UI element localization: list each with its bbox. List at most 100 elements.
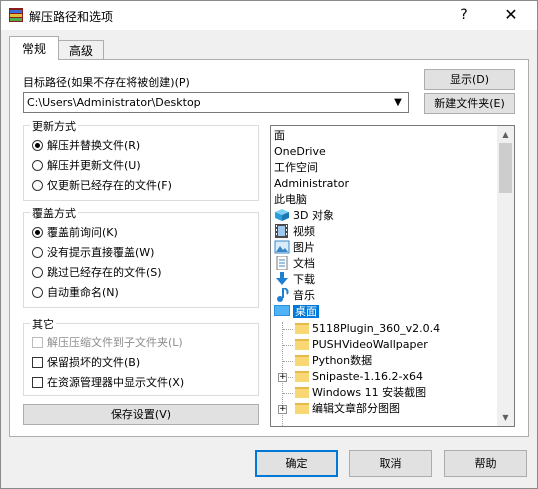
update-mode-group: 更新方式 解压并替换文件(R) 解压并更新文件(U) 仅更新已经存在的文件(F)	[23, 118, 259, 201]
tree-item[interactable]: 文档	[274, 256, 315, 272]
target-path-combobox[interactable]: C:\Users\Administrator\Desktop ▼	[23, 92, 409, 113]
tree-item[interactable]: 图片	[274, 240, 315, 256]
title-help-button[interactable]: ?	[452, 4, 476, 26]
scroll-down-icon[interactable]: ▼	[497, 409, 514, 426]
help-button[interactable]: 帮助	[444, 450, 527, 477]
radio-dot-icon[interactable]	[32, 287, 43, 298]
radio-dot-icon[interactable]	[32, 140, 43, 151]
tab-advanced[interactable]: 高级	[58, 40, 104, 60]
tree-item-label: 音乐	[293, 289, 315, 302]
extract-options-dialog: 解压路径和选项 ? ✕ 高级 常规 目标路径(如果不存在将被创建)(P) 显示(…	[0, 0, 538, 489]
chevron-down-icon[interactable]: ▼	[390, 94, 406, 111]
ok-button[interactable]: 确定	[255, 450, 338, 477]
radio-ask-before[interactable]: 覆盖前询问(K)	[32, 225, 118, 241]
tree-scrollbar[interactable]: ▲ ▼	[497, 126, 514, 426]
checkbox-label: 在资源管理器中显示文件(X)	[47, 376, 185, 389]
radio-overwrite-silent[interactable]: 没有提示直接覆盖(W)	[32, 245, 154, 261]
documents-icon	[276, 256, 288, 270]
radio-label: 没有提示直接覆盖(W)	[47, 246, 155, 259]
video-icon	[275, 224, 288, 238]
checkbox-extract-subfolder[interactable]: 解压压缩文件到子文件夹(L)	[32, 335, 183, 351]
tree-item[interactable]: 视频	[274, 224, 315, 240]
tree-connector	[283, 393, 293, 394]
radio-extract-update[interactable]: 解压并更新文件(U)	[32, 158, 141, 174]
tree-item-label: 面	[274, 129, 285, 142]
tree-item[interactable]: OneDrive	[274, 144, 326, 160]
tab-general[interactable]: 常规	[9, 36, 59, 60]
tree-item-label: 下载	[293, 273, 315, 286]
new-folder-button[interactable]: 新建文件夹(E)	[424, 93, 515, 114]
expand-icon[interactable]: +	[278, 373, 287, 382]
tree-item[interactable]: 音乐	[274, 288, 315, 304]
radio-dot-icon[interactable]	[32, 247, 43, 258]
tree-item[interactable]: Snipaste-1.16.2-x64	[295, 369, 423, 385]
tree-item[interactable]: 编辑文章部分图图	[295, 401, 400, 417]
misc-title: 其它	[30, 316, 56, 332]
tree-item-label: Windows 11 安装截图	[312, 386, 427, 399]
update-mode-title: 更新方式	[30, 118, 78, 134]
tree-connector	[283, 329, 293, 330]
misc-group: 其它 解压压缩文件到子文件夹(L) 保留损坏的文件(B) 在资源管理器中显示文件…	[23, 316, 259, 396]
tree-item[interactable]: 5118Plugin_360_v2.0.4	[295, 321, 440, 337]
target-path-value: C:\Users\Administrator\Desktop	[27, 96, 201, 109]
checkbox-box-icon[interactable]	[32, 377, 43, 388]
winrar-app-icon	[9, 8, 23, 22]
folder-tree[interactable]: 面 OneDrive 工作空间 Administrator 此电脑 3D 对象 …	[270, 125, 515, 427]
title-bar: 解压路径和选项 ? ✕	[1, 1, 537, 30]
checkbox-keep-broken[interactable]: 保留损坏的文件(B)	[32, 355, 140, 371]
radio-dot-icon[interactable]	[32, 180, 43, 191]
tree-item-selected[interactable]: 桌面	[274, 304, 319, 320]
tree-item-label: Snipaste-1.16.2-x64	[312, 370, 423, 383]
tree-item-label: 文档	[293, 257, 315, 270]
tree-item-label: 图片	[293, 241, 315, 254]
radio-skip-existing[interactable]: 跳过已经存在的文件(S)	[32, 265, 162, 281]
radio-label: 解压并替换文件(R)	[47, 139, 141, 152]
folder-icon	[295, 323, 309, 334]
checkbox-show-in-explorer[interactable]: 在资源管理器中显示文件(X)	[32, 375, 184, 391]
radio-auto-rename[interactable]: 自动重命名(N)	[32, 285, 119, 301]
tree-item[interactable]: Administrator	[274, 176, 349, 192]
radio-update-existing[interactable]: 仅更新已经存在的文件(F)	[32, 178, 172, 194]
folder-icon	[295, 387, 309, 398]
tree-item-label: 视频	[293, 225, 315, 238]
tree-item[interactable]: Python数据	[295, 353, 372, 369]
download-icon	[276, 272, 288, 285]
tree-item[interactable]: 3D 对象	[274, 208, 334, 224]
tree-item[interactable]: 下载	[274, 272, 315, 288]
save-settings-button[interactable]: 保存设置(V)	[23, 404, 259, 425]
expand-icon[interactable]: +	[278, 405, 287, 414]
close-button[interactable]: ✕	[496, 4, 526, 26]
radio-label: 自动重命名(N)	[47, 286, 119, 299]
checkbox-box-icon[interactable]	[32, 337, 43, 348]
folder-icon	[295, 339, 309, 350]
folder-icon	[295, 371, 309, 382]
checkbox-label: 解压压缩文件到子文件夹(L)	[47, 336, 183, 349]
tree-item[interactable]: Windows 11 安装截图	[295, 385, 426, 401]
scroll-up-icon[interactable]: ▲	[497, 126, 514, 143]
radio-extract-replace[interactable]: 解压并替换文件(R)	[32, 138, 140, 154]
tree-connector	[288, 377, 293, 378]
scroll-thumb[interactable]	[499, 143, 512, 193]
radio-label: 跳过已经存在的文件(S)	[47, 266, 162, 279]
radio-label: 解压并更新文件(U)	[47, 159, 141, 172]
radio-dot-icon[interactable]	[32, 160, 43, 171]
tree-item[interactable]: 此电脑	[274, 192, 307, 208]
pictures-icon	[274, 240, 290, 254]
tree-item[interactable]: PUSHVideoWallpaper	[295, 337, 428, 353]
checkbox-label: 保留损坏的文件(B)	[47, 356, 141, 369]
tree-connector	[283, 345, 293, 346]
checkbox-box-icon[interactable]	[32, 357, 43, 368]
tree-item[interactable]: 面	[274, 128, 285, 144]
show-button[interactable]: 显示(D)	[424, 69, 515, 90]
music-icon	[277, 288, 289, 302]
3d-objects-icon	[275, 209, 289, 221]
radio-dot-icon[interactable]	[32, 227, 43, 238]
radio-dot-icon[interactable]	[32, 267, 43, 278]
tree-connector	[283, 361, 293, 362]
tree-item[interactable]: 工作空间	[274, 160, 318, 176]
cancel-button[interactable]: 取消	[349, 450, 432, 477]
radio-label: 覆盖前询问(K)	[47, 226, 118, 239]
folder-icon	[295, 403, 309, 414]
radio-label: 仅更新已经存在的文件(F)	[47, 179, 172, 192]
tree-item-label: 5118Plugin_360_v2.0.4	[312, 322, 441, 335]
